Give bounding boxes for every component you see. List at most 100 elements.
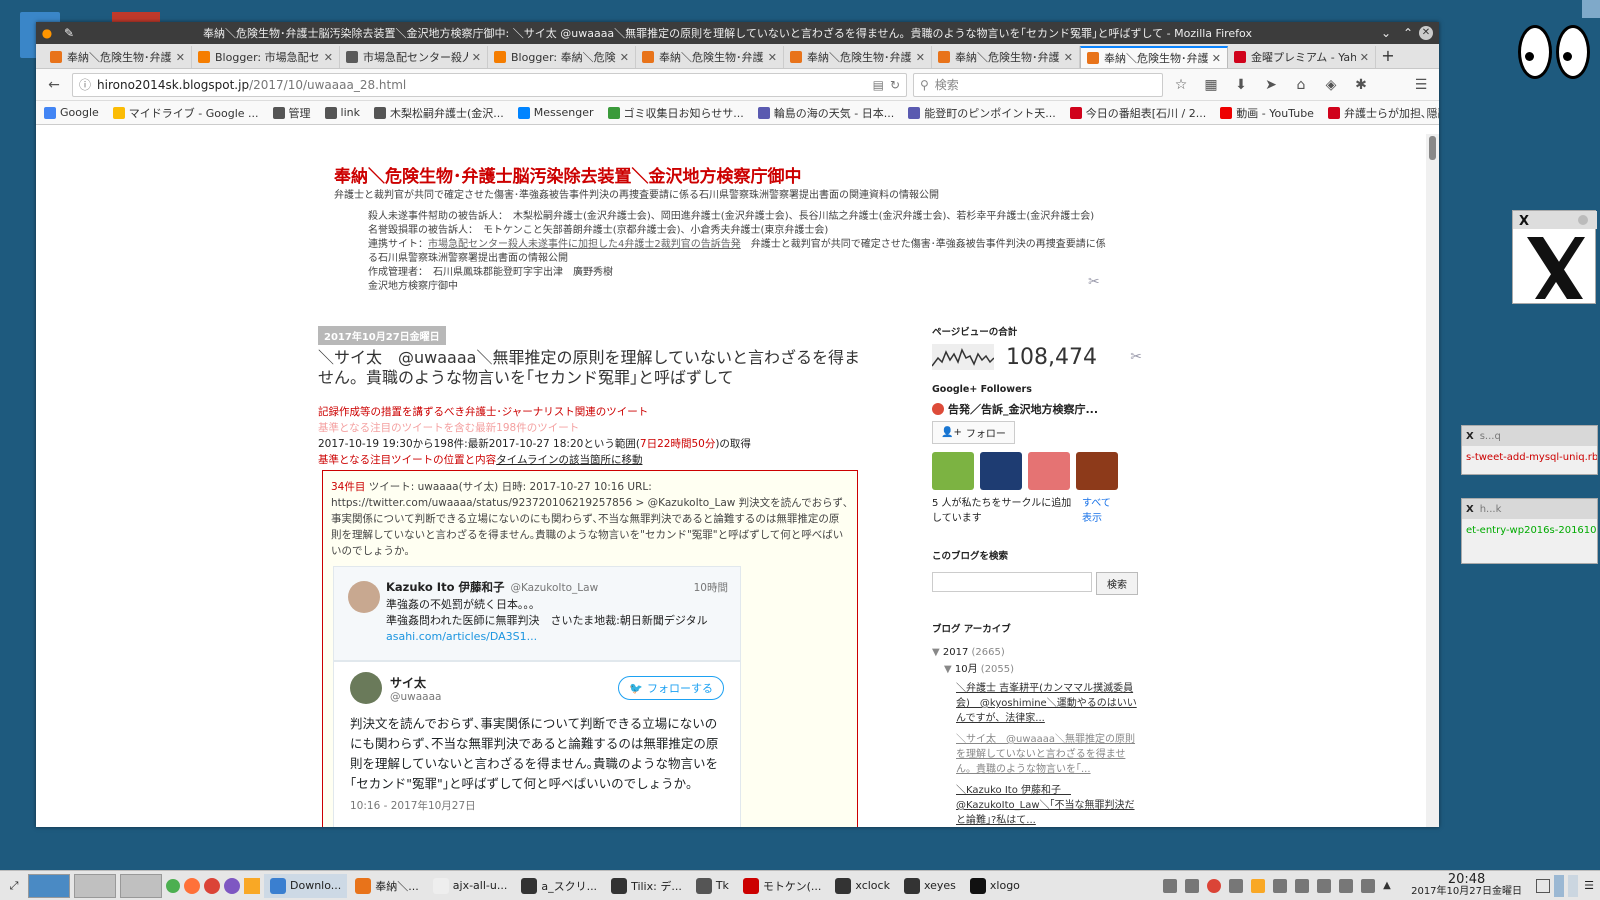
pin-icon[interactable]: ✎ — [58, 26, 80, 40]
chevron-down-icon[interactable]: ⌄ — [1375, 26, 1397, 40]
bookmark-item[interactable]: 今日の番組表[石川 / 2... — [1069, 105, 1206, 121]
chrome-launcher-icon[interactable] — [204, 877, 220, 894]
gplus-page-name[interactable]: 告発／告訴_金沢地方検察庁... — [948, 401, 1098, 417]
tab-4[interactable]: 奉納＼危険生物･弁護 ✕ — [636, 46, 784, 68]
app-menu-icon[interactable]: ⤢ — [4, 879, 24, 893]
reader-view-icon[interactable]: ▤ — [873, 78, 884, 92]
edit-wrench-icon[interactable]: ✂ — [1130, 349, 1142, 365]
tab-close-icon[interactable]: ✕ — [1212, 52, 1221, 65]
taskbar-item[interactable]: xclock — [829, 874, 896, 898]
info-icon[interactable]: ⓘ — [79, 76, 91, 93]
bookmark-item[interactable]: マイドライブ - Google ... — [112, 105, 259, 121]
tab-8[interactable]: 金曜プレミアム - Yaho ✕ — [1228, 46, 1376, 68]
taskbar-item[interactable]: Downlo... — [264, 873, 348, 898]
bookmark-item[interactable]: 管理 — [272, 105, 311, 121]
taskbar-item[interactable]: 奉納＼... — [349, 874, 425, 898]
twitter-follow-button[interactable]: 🐦 フォローする — [618, 676, 724, 700]
tray-icon[interactable] — [1207, 878, 1222, 893]
alarm-icon[interactable] — [1273, 878, 1288, 893]
back-arrow-icon[interactable]: ← — [42, 73, 66, 97]
archive-entry[interactable]: ＼Kazuko Ito 伊藤和子 @KazukoIto_Law＼｢不当な無罪判決… — [956, 783, 1138, 827]
blog-title[interactable]: 奉納＼危険生物･弁護士脳汚染除去装置＼金沢地方検察庁御中 — [334, 162, 802, 187]
archive-year[interactable]: ▼ 2017 (2665) — [932, 645, 1142, 660]
tab-close-icon[interactable]: ✕ — [472, 51, 481, 64]
linked-site-link[interactable]: 市場急配センター殺人未遂事件に加担した4弁護士2裁判官の告訴告発 — [428, 239, 741, 250]
tab-6[interactable]: 奉納＼危険生物･弁護 ✕ — [932, 46, 1080, 68]
search-input[interactable]: ⚲ 検索 — [913, 72, 1163, 97]
tab-3[interactable]: Blogger: 奉納＼危険 ✕ — [488, 46, 636, 68]
xlogo-window[interactable]: X — [1512, 210, 1597, 304]
taskbar-item[interactable]: Tilix: デ... — [605, 874, 688, 898]
taskbar-item[interactable]: Tk — [690, 874, 735, 898]
arrow-up-icon[interactable]: ▲ — [1383, 879, 1397, 893]
bookmark-item[interactable]: 弁護士らが加担､隠蔽... — [1327, 105, 1439, 121]
taskbar-item[interactable]: モトケン(... — [737, 874, 827, 898]
home-icon[interactable]: ⌂ — [1289, 73, 1313, 97]
display-icon[interactable] — [1317, 878, 1332, 893]
bookmark-item[interactable]: 木梨松嗣弁護士(金沢... — [374, 105, 504, 121]
follower-avatar[interactable] — [980, 452, 1022, 490]
library-icon[interactable]: ▦ — [1199, 73, 1223, 97]
timeline-link[interactable]: タイムラインの該当箇所に移動 — [496, 454, 642, 466]
files-launcher-icon[interactable] — [244, 877, 260, 894]
edit-wrench-icon[interactable]: ✂ — [1088, 274, 1100, 290]
tab-2[interactable]: 市場急配センター殺人 ✕ — [340, 46, 488, 68]
avatar[interactable] — [350, 672, 382, 704]
quoted-time[interactable]: 10時間 — [694, 580, 728, 595]
panel-icon[interactable] — [1568, 874, 1578, 897]
page-scrollbar[interactable] — [1426, 134, 1439, 827]
quoted-tweet[interactable]: Kazuko Ito 伊藤和子 @KazukoIto_Law 10時間 準強姦の… — [333, 566, 741, 661]
firefox-window[interactable]: ● ✎ 奉納＼危険生物･弁護士脳汚染除去装置＼金沢地方検察庁御中: ＼サイ太 @… — [36, 22, 1439, 827]
tab-7[interactable]: 奉納＼危険生物･弁護 ✕ — [1080, 46, 1228, 68]
see-all-link[interactable]: すべて表示 — [1082, 494, 1118, 524]
archive-month[interactable]: ▼ 10月 (2055) — [932, 662, 1142, 677]
menu-icon[interactable]: ☰ — [1582, 879, 1596, 892]
workspace-1[interactable] — [28, 873, 70, 898]
bookmark-item[interactable]: Google — [44, 106, 99, 119]
side-window-2[interactable]: Xh...k et-entry-wp2016s-201610 — [1461, 498, 1598, 564]
avatar[interactable] — [348, 581, 380, 613]
bookmark-item[interactable]: Messenger — [517, 106, 594, 119]
send-icon[interactable]: ➤ — [1259, 73, 1283, 97]
tab-0[interactable]: 奉納＼危険生物･弁護 ✕ — [44, 46, 192, 68]
titlebar[interactable]: ● ✎ 奉納＼危険生物･弁護士脳汚染除去装置＼金沢地方検察庁御中: ＼サイ太 @… — [36, 22, 1439, 44]
pocket-icon[interactable]: ◈ — [1319, 73, 1343, 97]
workspace-2[interactable] — [74, 873, 116, 898]
tab-close-icon[interactable]: ✕ — [1360, 51, 1369, 64]
firefox-launcher-icon[interactable] — [184, 877, 200, 894]
tweet-author-handle[interactable]: @uwaaaa — [390, 691, 441, 703]
archive-entry[interactable]: ＼弁護士 吉峯耕平(カンママル撲滅委員会) @kyoshimine＼運動やるのは… — [956, 681, 1138, 726]
tab-close-icon[interactable]: ✕ — [916, 51, 925, 64]
tab-close-icon[interactable]: ✕ — [768, 51, 777, 64]
url-bar[interactable]: ⓘ hirono2014sk.blogspot.jp/2017/10/uwaaa… — [72, 72, 907, 97]
workspace-3[interactable] — [120, 873, 162, 898]
tweet-author-name[interactable]: サイ太 — [390, 674, 441, 691]
tab-close-icon[interactable]: ✕ — [620, 51, 629, 64]
blank-icon[interactable] — [1379, 73, 1403, 97]
bluetooth-icon[interactable] — [1229, 878, 1244, 893]
bookmark-item[interactable]: 能登町のピンポイント天... — [908, 105, 1056, 121]
taskbar-item[interactable]: ajx-all-u... — [427, 874, 514, 898]
download-icon[interactable]: ⬇ — [1229, 73, 1253, 97]
side-window-1[interactable]: Xs...q s-tweet-add-mysql-uniq.rb — [1461, 425, 1598, 475]
window-icon[interactable] — [1536, 878, 1550, 893]
gplus-follow-button[interactable]: 👤+ フォロー — [932, 421, 1015, 444]
tab-close-icon[interactable]: ✕ — [1064, 51, 1073, 64]
new-tab-button[interactable]: + — [1376, 46, 1400, 68]
quoted-author-name[interactable]: Kazuko Ito 伊藤和子 — [386, 579, 504, 595]
taskbar-item[interactable]: xlogo — [964, 874, 1026, 898]
panel-icon[interactable] — [1554, 874, 1564, 897]
volume-icon[interactable] — [1361, 878, 1376, 893]
launcher-icon[interactable] — [166, 878, 180, 893]
reload-icon[interactable]: ↻ — [890, 78, 900, 92]
tab-close-icon[interactable]: ✕ — [176, 51, 185, 64]
star-icon[interactable]: ☆ — [1169, 73, 1193, 97]
blog-search-input[interactable] — [932, 572, 1092, 592]
tab-close-icon[interactable]: ✕ — [324, 51, 333, 64]
bookmark-item[interactable]: 動画 - YouTube — [1220, 105, 1314, 121]
emacs-launcher-icon[interactable] — [224, 877, 240, 894]
archive-entry[interactable]: ＼サイ太 @uwaaaa＼無罪推定の原則を理解していないと言わざるを得ません。貴… — [956, 732, 1138, 777]
chevron-up-icon[interactable]: ⌃ — [1397, 26, 1419, 40]
menu-icon[interactable]: ☰ — [1409, 73, 1433, 97]
taskbar-item[interactable]: xeyes — [898, 874, 962, 898]
